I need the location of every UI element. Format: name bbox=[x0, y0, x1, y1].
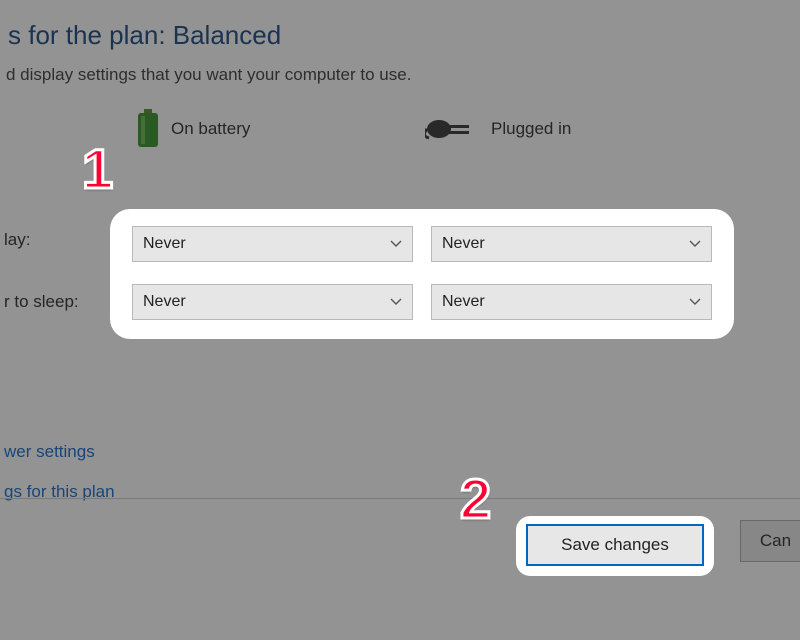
dropdown-group: Never Never Never Never bbox=[118, 214, 726, 336]
divider bbox=[0, 498, 800, 499]
chevron-down-icon bbox=[689, 296, 701, 308]
plugged-in-column: Plugged in bbox=[425, 116, 715, 142]
chevron-down-icon bbox=[390, 296, 402, 308]
dropdown-value: Never bbox=[143, 235, 186, 253]
sleep-battery-dropdown[interactable]: Never bbox=[132, 284, 413, 320]
restore-defaults-link[interactable]: gs for this plan bbox=[4, 482, 115, 502]
battery-icon bbox=[135, 109, 161, 149]
turn-off-display-plugged-dropdown[interactable]: Never bbox=[431, 226, 712, 262]
save-changes-button[interactable]: Save changes bbox=[526, 524, 704, 566]
advanced-power-settings-link[interactable]: wer settings bbox=[4, 442, 115, 462]
dropdown-value: Never bbox=[143, 293, 186, 311]
save-button-wrap: Save changes bbox=[526, 524, 704, 566]
dropdown-value: Never bbox=[442, 235, 485, 253]
on-battery-column: On battery bbox=[135, 109, 425, 149]
chevron-down-icon bbox=[390, 238, 402, 250]
sleep-row-label: r to sleep: bbox=[4, 292, 79, 312]
page-subtitle: d display settings that you want your co… bbox=[6, 65, 800, 85]
plug-icon bbox=[425, 116, 481, 142]
display-row-label: lay: bbox=[4, 230, 30, 250]
dropdown-value: Never bbox=[442, 293, 485, 311]
plugged-in-label: Plugged in bbox=[491, 119, 571, 139]
column-headers: On battery Plugged in bbox=[135, 109, 800, 149]
sleep-plugged-dropdown[interactable]: Never bbox=[431, 284, 712, 320]
cancel-button[interactable]: Can bbox=[740, 520, 800, 562]
on-battery-label: On battery bbox=[171, 119, 250, 139]
turn-off-display-battery-dropdown[interactable]: Never bbox=[132, 226, 413, 262]
page-title: s for the plan: Balanced bbox=[8, 20, 800, 51]
chevron-down-icon bbox=[689, 238, 701, 250]
